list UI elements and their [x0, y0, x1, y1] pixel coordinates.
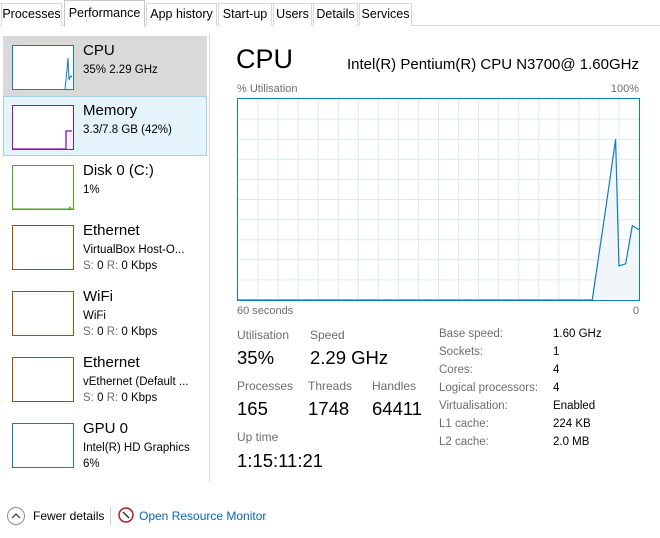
tab-services[interactable]: Services [359, 3, 412, 26]
receive-label: R: [106, 260, 119, 272]
ethernet-thumbnail-graph [12, 357, 74, 402]
sidebar-item-throughput: S: 0 R: 0 Kbps [83, 392, 157, 404]
sidebar-item-ethernet-vethernet[interactable]: Ethernet vEthernet (Default ... S: 0 R: … [3, 348, 207, 408]
receive-value: 0 Kbps [121, 392, 158, 404]
spec-label: Logical processors: [439, 382, 539, 394]
send-value: 0 [97, 392, 104, 404]
graph-x-left-label: 60 seconds [237, 305, 294, 317]
cpu-utilisation-graph [237, 98, 640, 301]
sidebar-item-title: Disk 0 (C:) [83, 162, 154, 179]
sidebar-item-disk[interactable]: Disk 0 (C:) 1% [3, 156, 207, 216]
handles-label: Handles [372, 379, 417, 393]
sidebar-item-throughput: S: 0 R: 0 Kbps [83, 260, 157, 272]
send-label: S: [83, 392, 94, 404]
sidebar-item-detail: 35% 2.29 GHz [83, 64, 158, 76]
sidebar-item-adapter: WiFi [83, 310, 106, 322]
handles-value: 64411 [372, 398, 423, 419]
spec-label: Base speed: [439, 328, 503, 340]
tab-start-up[interactable]: Start-up [218, 3, 272, 26]
footer-divider [110, 507, 111, 525]
spec-label: L2 cache: [439, 436, 489, 448]
utilisation-label: Utilisation [237, 328, 290, 342]
fewer-details-button[interactable]: Fewer details [33, 509, 104, 523]
sidebar-item-title: GPU 0 [83, 420, 129, 437]
graph-y-max: 100% [610, 83, 639, 95]
spec-value: Enabled [553, 400, 596, 412]
processes-value: 165 [237, 398, 268, 419]
ethernet-thumbnail-graph [12, 225, 74, 270]
resource-sidebar: CPU 35% 2.29 GHz Memory 3.3/7.8 GB (42%)… [0, 34, 210, 482]
open-resource-monitor-link[interactable]: Open Resource Monitor [139, 509, 266, 523]
sidebar-item-adapter: Intel(R) HD Graphics [83, 442, 190, 454]
sidebar-item-cpu[interactable]: CPU 35% 2.29 GHz [3, 36, 207, 96]
uptime-value: 1:15:11:21 [237, 450, 324, 471]
receive-value: 0 Kbps [121, 326, 158, 338]
disk-thumbnail-graph [12, 165, 74, 210]
spec-value: 4 [553, 382, 560, 394]
tab-details[interactable]: Details [313, 3, 358, 26]
receive-value: 0 Kbps [121, 260, 158, 272]
sidebar-item-detail: 1% [83, 184, 100, 196]
spec-value: 4 [553, 364, 560, 376]
sidebar-item-title: Memory [83, 102, 138, 119]
spec-value: 1.60 GHz [553, 328, 602, 340]
fewer-details-chevron-up-icon[interactable] [7, 507, 25, 525]
sidebar-item-detail: 3.3/7.8 GB (42%) [83, 124, 172, 136]
utilisation-value: 35% [237, 347, 275, 368]
send-label: S: [83, 260, 94, 272]
receive-label: R: [106, 326, 119, 338]
send-label: S: [83, 326, 94, 338]
wifi-thumbnail-graph [12, 291, 74, 336]
sidebar-item-ethernet-virtualbox[interactable]: Ethernet VirtualBox Host-O... S: 0 R: 0 … [3, 216, 207, 276]
sidebar-item-wifi[interactable]: WiFi WiFi S: 0 R: 0 Kbps [3, 282, 207, 342]
tab-app-history[interactable]: App history [146, 3, 217, 26]
send-value: 0 [97, 326, 104, 338]
tab-users[interactable]: Users [273, 3, 312, 26]
spec-value: 2.0 MB [553, 436, 590, 448]
processes-label: Processes [237, 379, 294, 393]
graph-x-right-label: 0 [632, 305, 639, 317]
sidebar-item-title: Ethernet [83, 222, 140, 239]
sidebar-item-memory[interactable]: Memory 3.3/7.8 GB (42%) [3, 96, 207, 156]
sidebar-item-title: WiFi [83, 288, 113, 305]
sidebar-item-detail: 6% [83, 458, 100, 470]
threads-label: Threads [308, 379, 353, 393]
sidebar-item-title: CPU [83, 42, 115, 59]
resource-monitor-icon[interactable] [118, 507, 134, 523]
graph-y-label: % Utilisation [237, 83, 298, 95]
spec-label: L1 cache: [439, 418, 489, 430]
spec-label: Cores: [439, 364, 473, 376]
spec-value: 224 KB [553, 418, 591, 430]
speed-label: Speed [310, 328, 345, 342]
send-value: 0 [97, 260, 104, 272]
spec-label: Virtualisation: [439, 400, 508, 412]
sidebar-item-title: Ethernet [83, 354, 140, 371]
cpu-model-name: Intel(R) Pentium(R) CPU N3700@ 1.60GHz [347, 56, 639, 73]
spec-value: 1 [553, 346, 560, 358]
uptime-label: Up time [237, 430, 279, 444]
sidebar-item-throughput: S: 0 R: 0 Kbps [83, 326, 157, 338]
page-title: CPU [236, 44, 294, 74]
gpu-thumbnail-graph [12, 423, 74, 468]
threads-value: 1748 [308, 398, 350, 419]
sidebar-item-adapter: vEthernet (Default ... [83, 376, 189, 388]
memory-thumbnail-graph [12, 105, 74, 150]
speed-value: 2.29 GHz [310, 347, 389, 368]
tab-performance[interactable]: Performance [64, 0, 145, 27]
cpu-graph-svg [238, 99, 639, 300]
tab-processes[interactable]: Processes [1, 3, 62, 26]
sidebar-item-gpu[interactable]: GPU 0 Intel(R) HD Graphics 6% [3, 414, 207, 474]
footer-bar: Fewer details Open Resource Monitor [0, 500, 660, 530]
cpu-thumbnail-graph [12, 45, 74, 90]
receive-label: R: [106, 392, 119, 404]
sidebar-item-adapter: VirtualBox Host-O... [83, 244, 185, 256]
tab-bar: Processes Performance App history Start-… [0, 0, 660, 27]
spec-label: Sockets: [439, 346, 484, 358]
